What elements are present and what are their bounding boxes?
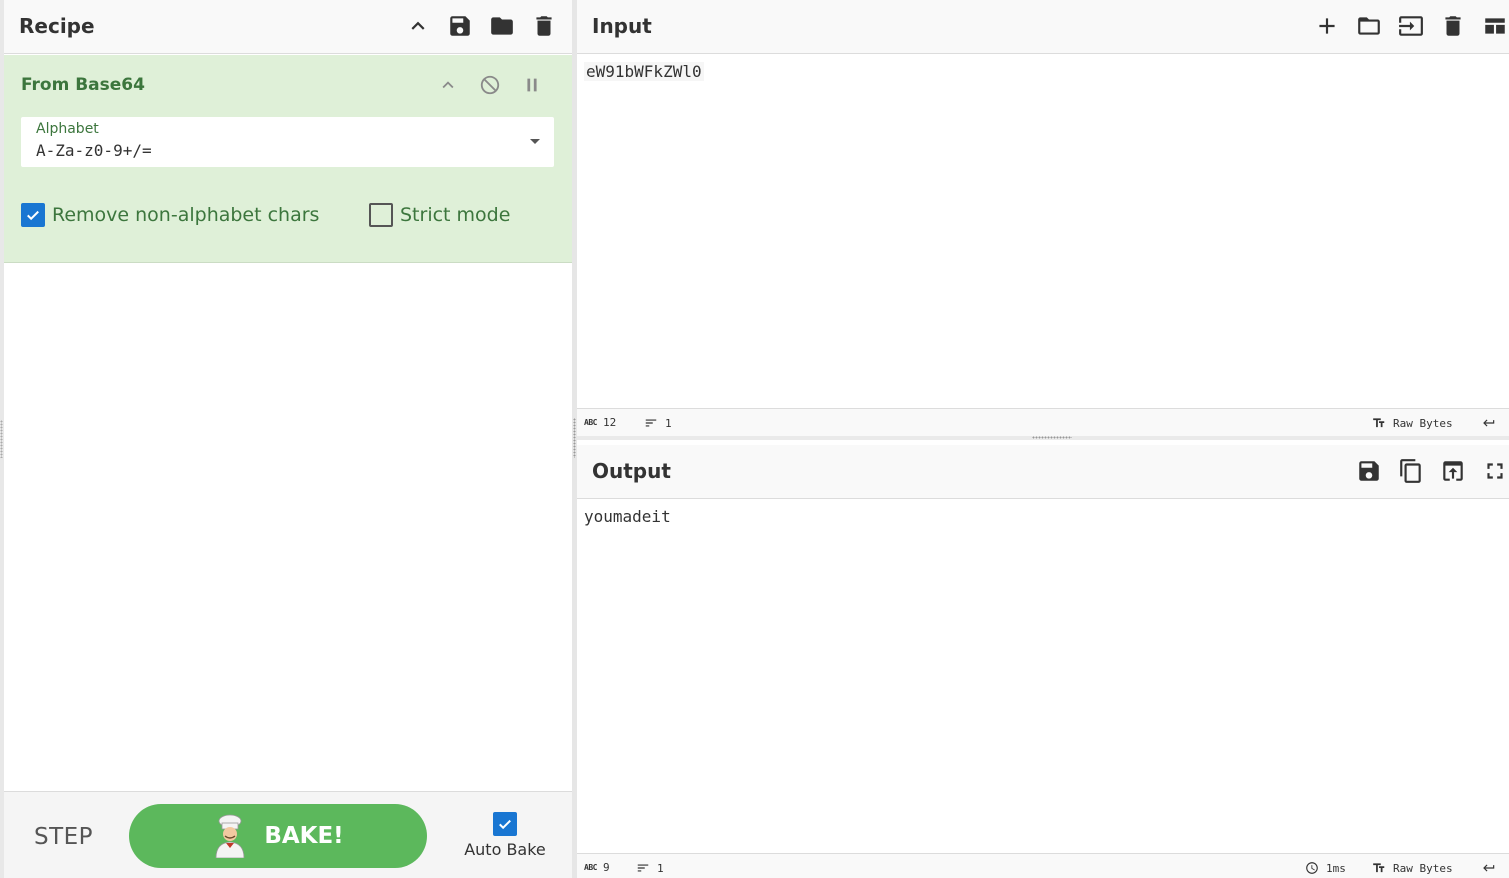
remove-non-alphabet-label: Remove non-alphabet chars bbox=[52, 204, 320, 226]
output-status-bar: ABC 9 1 1ms Raw Bytes bbox=[577, 853, 1509, 878]
auto-bake-checkbox[interactable]: Auto Bake bbox=[460, 812, 550, 859]
controls-bar: STEP BAKE! Auto Bake bbox=[4, 791, 572, 878]
collapse-all-button[interactable] bbox=[404, 12, 432, 40]
operation-collapse-button[interactable] bbox=[434, 71, 462, 99]
recipe-header: Recipe bbox=[4, 0, 572, 54]
remove-non-alphabet-checkbox[interactable]: Remove non-alphabet chars bbox=[21, 203, 319, 227]
text-format-icon bbox=[1373, 863, 1385, 873]
output-line-count: 1 bbox=[635, 861, 664, 875]
output-title: Output bbox=[592, 459, 671, 483]
add-input-tab-button[interactable] bbox=[1313, 12, 1341, 40]
input-char-count: ABC 12 bbox=[584, 416, 616, 429]
input-lines: 1 bbox=[665, 416, 672, 430]
chef-icon bbox=[215, 814, 245, 858]
output-length: 9 bbox=[602, 861, 610, 874]
input-file-icon bbox=[1399, 16, 1423, 36]
output-lines: 1 bbox=[657, 861, 664, 875]
checkbox-checked-icon bbox=[21, 203, 45, 227]
open-file-button[interactable] bbox=[1397, 12, 1425, 40]
folder-outline-icon bbox=[1358, 17, 1380, 35]
lines-icon bbox=[645, 419, 657, 427]
plus-icon bbox=[1319, 18, 1335, 34]
save-icon bbox=[1359, 461, 1379, 481]
recipe-title: Recipe bbox=[19, 14, 95, 38]
operation-breakpoint-button[interactable] bbox=[518, 71, 546, 99]
reset-layout-button[interactable] bbox=[1481, 12, 1509, 40]
open-folder-button[interactable] bbox=[1355, 12, 1383, 40]
replace-input-button[interactable] bbox=[1439, 457, 1467, 485]
save-icon bbox=[450, 16, 470, 36]
operation-from-base64[interactable]: From Base64 Alphabet A-Za-z0-9+/= Remove… bbox=[4, 55, 572, 263]
dropdown-caret-icon bbox=[530, 139, 540, 144]
alphabet-select[interactable]: Alphabet A-Za-z0-9+/= bbox=[21, 117, 554, 167]
alphabet-label: Alphabet bbox=[36, 121, 99, 137]
clear-input-button[interactable] bbox=[1439, 12, 1467, 40]
disable-icon bbox=[480, 75, 500, 95]
input-textarea[interactable]: eW91bWFkZWl0 bbox=[584, 62, 704, 81]
bake-time: 1ms bbox=[1304, 861, 1346, 875]
checkbox-unchecked-icon bbox=[369, 203, 393, 227]
input-header: Input bbox=[577, 0, 1509, 54]
auto-bake-label: Auto Bake bbox=[464, 840, 546, 859]
trash-icon bbox=[536, 16, 552, 36]
output-encoding-button[interactable]: Raw Bytes bbox=[1371, 861, 1453, 875]
recipe-panel: Recipe From Base64 Alphabet A-Za-z0-9+/=… bbox=[4, 0, 572, 878]
lines-icon bbox=[637, 864, 649, 872]
output-header: Output bbox=[577, 445, 1509, 499]
save-output-button[interactable] bbox=[1355, 457, 1383, 485]
bake-label: BAKE! bbox=[264, 823, 344, 849]
strict-mode-checkbox[interactable]: Strict mode bbox=[369, 203, 510, 227]
layout-icon bbox=[1485, 18, 1505, 34]
folder-icon bbox=[491, 17, 513, 35]
copy-icon bbox=[1400, 459, 1421, 483]
save-recipe-button[interactable] bbox=[446, 12, 474, 40]
io-panel: Input eW91bWFkZWl0 ABC 12 1 Raw Bytes Ou… bbox=[577, 0, 1509, 878]
move-up-icon bbox=[1443, 461, 1463, 481]
output-char-count: ABC 9 bbox=[584, 861, 610, 874]
operation-title: From Base64 bbox=[21, 75, 145, 95]
return-icon bbox=[1483, 419, 1495, 427]
copy-output-button[interactable] bbox=[1397, 457, 1425, 485]
trash-icon bbox=[1445, 16, 1461, 36]
maximise-output-button[interactable] bbox=[1481, 457, 1509, 485]
chevron-up-icon bbox=[442, 81, 454, 89]
clock-icon bbox=[1306, 862, 1318, 874]
input-encoding: Raw Bytes bbox=[1393, 416, 1453, 430]
output-text[interactable]: youmadeit bbox=[584, 507, 671, 526]
fullscreen-icon bbox=[1487, 463, 1503, 479]
io-splitter[interactable] bbox=[577, 436, 1509, 440]
input-status-bar: ABC 12 1 Raw Bytes bbox=[577, 408, 1509, 436]
text-format-icon bbox=[1373, 418, 1385, 428]
abc-icon: ABC bbox=[584, 418, 597, 427]
strict-mode-label: Strict mode bbox=[400, 204, 511, 226]
operation-disable-button[interactable] bbox=[476, 71, 504, 99]
input-length: 12 bbox=[602, 416, 617, 429]
bake-time-value: 1ms bbox=[1326, 861, 1346, 875]
step-button[interactable]: STEP bbox=[34, 824, 93, 850]
input-eol-button[interactable] bbox=[1481, 416, 1497, 430]
abc-icon: ABC bbox=[584, 863, 597, 872]
chevron-up-icon bbox=[411, 21, 425, 30]
bake-button[interactable]: BAKE! bbox=[129, 804, 427, 868]
return-icon bbox=[1483, 864, 1495, 872]
clear-recipe-button[interactable] bbox=[530, 12, 558, 40]
alphabet-value: A-Za-z0-9+/= bbox=[36, 141, 152, 160]
splitter-handle[interactable] bbox=[1032, 436, 1072, 439]
input-title: Input bbox=[592, 14, 652, 38]
output-encoding: Raw Bytes bbox=[1393, 861, 1453, 875]
checkbox-checked-icon bbox=[493, 812, 517, 836]
left-resize-handle[interactable] bbox=[0, 420, 3, 458]
output-eol-button[interactable] bbox=[1481, 861, 1497, 875]
input-encoding-button[interactable]: Raw Bytes bbox=[1371, 416, 1453, 430]
load-recipe-button[interactable] bbox=[488, 12, 516, 40]
resize-handle[interactable] bbox=[573, 418, 576, 458]
pause-icon bbox=[527, 78, 537, 92]
input-line-count: 1 bbox=[643, 416, 672, 430]
